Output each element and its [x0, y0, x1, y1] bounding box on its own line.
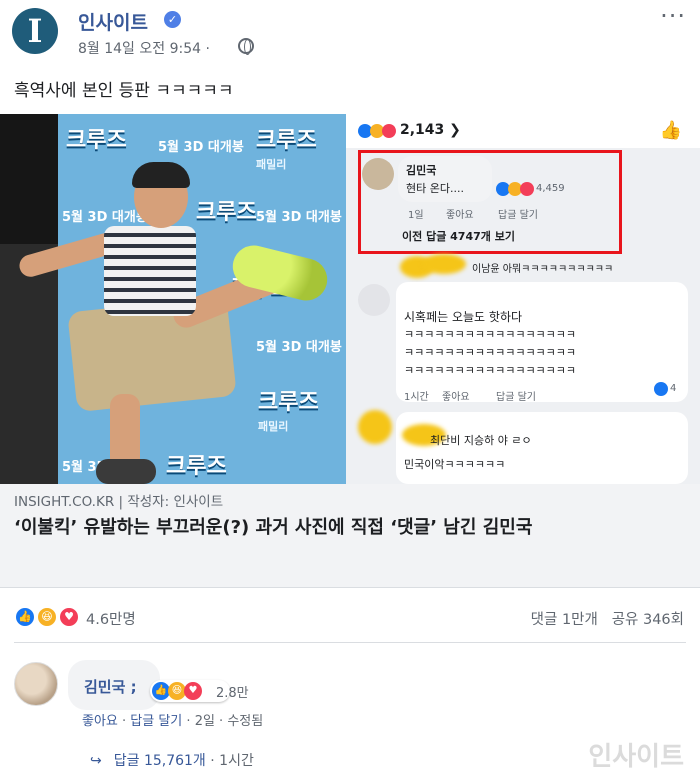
- link-source: INSIGHT.CO.KR | 작성자: 인사이트: [14, 494, 224, 510]
- poster-date: 5월 3D 대개봉: [256, 340, 342, 355]
- poster-logo: 크루즈: [166, 454, 227, 479]
- comment-text: ㅋㅋㅋㅋㅋㅋㅋㅋㅋㅋㅋㅋㅋㅋㅋㅋㅋ: [404, 328, 577, 341]
- blurred-avatar: [358, 410, 392, 444]
- blurred-avatar: [422, 254, 466, 274]
- backdrop-shadow: [0, 114, 58, 244]
- thumbs-up-icon: 👍: [659, 120, 682, 141]
- comment-text: ㅋㅋㅋㅋㅋㅋㅋㅋㅋㅋㅋㅋㅋㅋㅋㅋㅋ: [404, 346, 577, 359]
- comment-author[interactable]: 김민국 ;: [84, 676, 137, 697]
- poster-logo: 크루즈: [258, 390, 319, 415]
- commenter-avatar[interactable]: [14, 662, 58, 706]
- comment-text: ㅋㅋㅋㅋㅋㅋㅋㅋㅋㅋㅋㅋㅋㅋㅋㅋㅋ: [404, 364, 577, 377]
- comment-reply-button[interactable]: 답글 달기: [130, 714, 182, 729]
- view-replies-link[interactable]: ↪ 답글 15,761개 · 1시간: [90, 750, 254, 770]
- fb-reaction-count: 2,143 ❯: [400, 122, 461, 138]
- globe-icon: [238, 38, 254, 55]
- kid-figure: [132, 162, 190, 188]
- fb-comment-screenshot: 2,143 ❯ 👍 김민국 현타 온다.... 4,459 1일 좋아요 답글 …: [346, 114, 700, 484]
- blurred-comment: 이남윤 아뭐ㅋㅋㅋㅋㅋㅋㅋㅋㅋㅋ: [472, 264, 614, 275]
- verified-badge-icon: ✓: [164, 11, 181, 28]
- comment-text: 시혹페는 오늘도 핫하다: [404, 310, 523, 324]
- comment-like: 좋아요: [442, 392, 470, 403]
- poster-logo: 크루즈: [256, 128, 317, 153]
- fb-reaction-bar: 2,143 ❯ 👍: [346, 114, 700, 148]
- comment-card: [396, 282, 688, 402]
- comment-actions: 좋아요 · 답글 달기 · 2일 · 수정됨: [82, 714, 264, 729]
- poster-sub: 패밀리: [258, 420, 289, 433]
- poster-date: 5월 3D 대개봉: [256, 210, 342, 225]
- comments-shares-count[interactable]: 댓글 1만개 공유 346회: [531, 608, 684, 629]
- kid-figure: [104, 226, 196, 316]
- poster-sub: 패밀리: [256, 158, 287, 171]
- comment-reactions: 4: [670, 383, 677, 394]
- love-reaction-icon: [382, 124, 396, 138]
- page-name-link[interactable]: 인사이트: [78, 8, 148, 35]
- poster-logo: 크루즈: [66, 128, 127, 153]
- shares-count[interactable]: 공유 346회: [612, 612, 684, 628]
- replies-count[interactable]: 답글 15,761개: [114, 753, 206, 769]
- reply-arrow-icon: ↪: [90, 753, 102, 769]
- divider: [14, 642, 686, 643]
- comments-count[interactable]: 댓글 1만개: [531, 612, 598, 628]
- link-preview[interactable]: INSIGHT.CO.KR | 작성자: 인사이트 ‘이불킥’ 유발하는 부끄러…: [0, 484, 700, 588]
- post-header: I 인사이트 ✓ 8월 14일 오전 9:54 · ···: [0, 0, 700, 62]
- post-caption: 흑역사에 본인 등판 ㅋㅋㅋㅋㅋ: [14, 81, 234, 101]
- like-reaction-icon: [654, 382, 668, 396]
- event-photo: 크루즈 5월 3D 대개봉 크루즈 패밀리 5월 3D 대개봉 크루즈 5월 3D…: [0, 114, 346, 484]
- post-image[interactable]: 크루즈 5월 3D 대개봉 크루즈 패밀리 5월 3D 대개봉 크루즈 5월 3D…: [0, 114, 700, 484]
- reaction-count[interactable]: 4.6만명: [86, 608, 136, 629]
- comment-card: [396, 412, 688, 484]
- poster-logo: 크루즈: [196, 200, 257, 225]
- comment-text: 민국이악ㅋㅋㅋㅋㅋㅋ: [404, 458, 506, 471]
- poster-date: 5월 3D 대개봉: [62, 210, 148, 225]
- comment-edited: 수정됨: [227, 714, 264, 729]
- haha-reaction-icon: 😆: [36, 606, 58, 628]
- like-reaction-icon: 👍: [14, 606, 36, 628]
- reply-time: · 1시간: [210, 753, 254, 769]
- link-title[interactable]: ‘이불킥’ 유발하는 부끄러운(?) 과거 사진에 직접 ‘댓글’ 남긴 김민국: [14, 514, 690, 542]
- love-reaction-icon: ♥: [184, 682, 202, 700]
- more-options-icon[interactable]: ···: [660, 2, 686, 30]
- comment-time[interactable]: 2일: [195, 714, 215, 729]
- post-timestamp[interactable]: 8월 14일 오전 9:54 ·: [78, 38, 210, 58]
- watermark: 인사이트: [588, 742, 684, 772]
- kid-figure: [96, 459, 156, 484]
- comment-text: 최단비 지승하 야 ㄹㅇ: [430, 434, 532, 447]
- commenter-avatar: [358, 284, 390, 316]
- comment-time: 1시간: [404, 392, 429, 403]
- highlight-frame: [358, 150, 622, 254]
- comment-reaction-count: 2.8만: [216, 686, 249, 701]
- comment-reply: 답글 달기: [496, 392, 536, 403]
- page-avatar[interactable]: I: [12, 8, 58, 54]
- comment-like-button[interactable]: 좋아요: [82, 714, 118, 729]
- love-reaction-icon: ♥: [58, 606, 80, 628]
- poster-date: 5월 3D 대개봉: [158, 140, 244, 155]
